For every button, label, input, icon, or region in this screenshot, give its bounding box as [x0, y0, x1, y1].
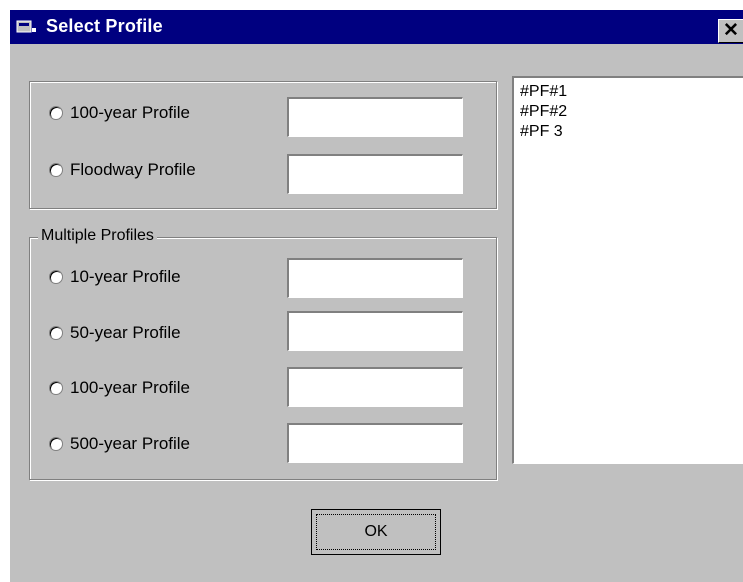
multiple-profiles-group: Multiple Profiles 10-year Profile 50-yea… [29, 227, 497, 480]
radio-button[interactable] [49, 326, 63, 340]
window-app-icon [16, 20, 36, 33]
radio-button[interactable] [49, 163, 63, 177]
field-500-year-profile[interactable] [287, 423, 463, 463]
radio-label: 10-year Profile [70, 267, 181, 286]
list-item[interactable]: #PF#1 [520, 82, 743, 102]
radio-100-year-profile-multi[interactable]: 100-year Profile [49, 376, 190, 400]
window-title: Select Profile [46, 16, 163, 36]
radio-10-year-profile[interactable]: 10-year Profile [49, 265, 181, 289]
focus-rect [316, 514, 436, 550]
radio-button[interactable] [49, 270, 63, 284]
group-legend: Multiple Profiles [38, 227, 157, 245]
radio-50-year-profile[interactable]: 50-year Profile [49, 321, 181, 345]
radio-label: 500-year Profile [70, 434, 191, 453]
ok-button[interactable]: OK [311, 509, 441, 555]
radio-label: 100-year Profile [70, 103, 191, 122]
profile-list[interactable]: #PF#1 #PF#2 #PF 3 [512, 76, 743, 464]
list-item[interactable]: #PF#2 [520, 102, 743, 122]
radio-label: Floodway Profile [70, 160, 196, 179]
radio-label: 50-year Profile [70, 323, 181, 342]
field-50-year-profile[interactable] [287, 311, 463, 351]
radio-label: 100-year Profile [70, 378, 191, 397]
close-button[interactable]: ✕ [718, 19, 743, 43]
radio-button[interactable] [49, 437, 63, 451]
radio-button[interactable] [49, 106, 63, 120]
field-100-year-profile-multi[interactable] [287, 367, 463, 407]
select-profile-dialog: Select Profile ✕ 100-year Profile Floodw… [9, 9, 743, 582]
field-10-year-profile[interactable] [287, 258, 463, 298]
field-floodway-profile[interactable] [287, 154, 463, 194]
single-profile-group: 100-year Profile Floodway Profile [29, 81, 497, 209]
radio-500-year-profile[interactable]: 500-year Profile [49, 432, 190, 456]
field-100-year-profile[interactable] [287, 97, 463, 137]
radio-100-year-profile[interactable]: 100-year Profile [49, 101, 190, 125]
title-bar[interactable]: Select Profile ✕ [10, 10, 743, 44]
radio-button[interactable] [49, 381, 63, 395]
close-icon: ✕ [723, 20, 739, 41]
list-item[interactable]: #PF 3 [520, 122, 743, 142]
radio-floodway-profile[interactable]: Floodway Profile [49, 158, 196, 182]
